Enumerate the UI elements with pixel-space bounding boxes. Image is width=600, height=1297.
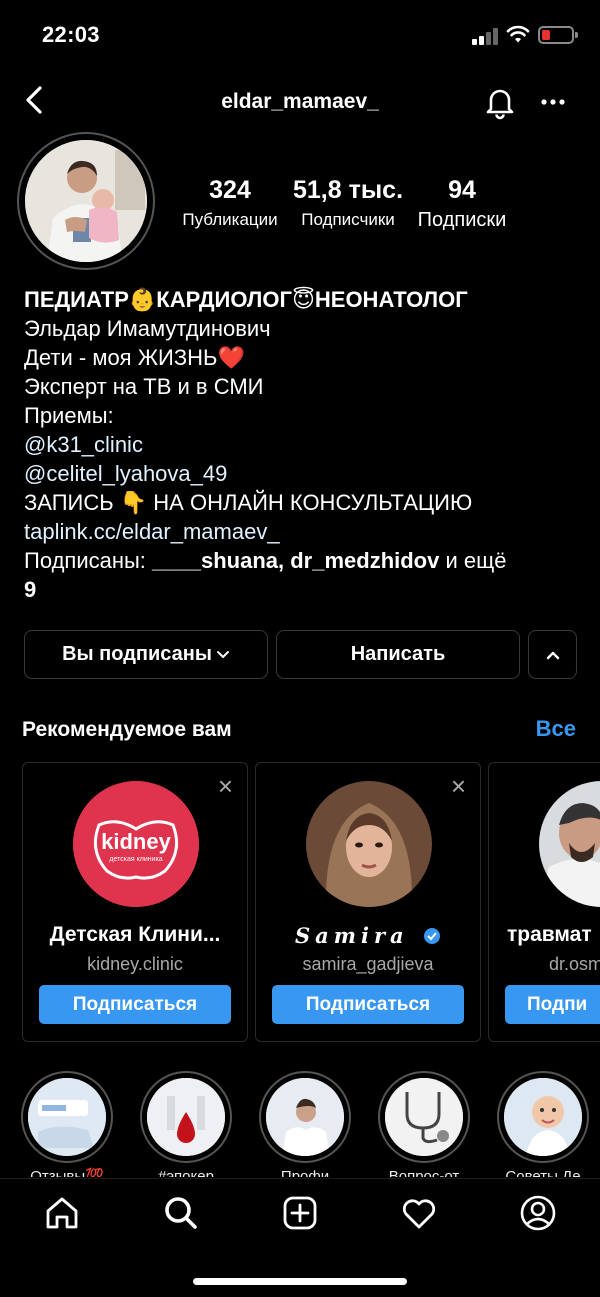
cellular-signal-icon: [472, 27, 500, 45]
see-all-link[interactable]: Все: [536, 716, 576, 742]
highlight-label: Отзывы💯: [30, 1168, 104, 1177]
story-highlight-reviews[interactable]: [21, 1071, 113, 1163]
profile-avatar-ring[interactable]: [17, 132, 155, 270]
suggested-name[interactable]: Samira: [256, 923, 480, 948]
profile-icon[interactable]: [518, 1193, 558, 1233]
bio-line: Эксперт на ТВ и в СМИ: [24, 374, 264, 399]
status-time: 22:03: [42, 22, 100, 47]
follow-button[interactable]: Подписаться: [39, 985, 231, 1024]
followed-by-prefix: Подписаны:: [24, 548, 153, 573]
bio-full-name: Эльдар Имамутдинович: [24, 316, 271, 341]
follow-button[interactable]: Подпи: [505, 985, 600, 1024]
bio-title: ПЕДИАТР👶КАРДИОЛОГ😇НЕОНАТОЛОГ: [24, 287, 468, 312]
highlight-label: #эпокер: [158, 1168, 214, 1177]
followed-by-users[interactable]: ____shuana, dr_medzhidov: [152, 548, 439, 573]
following-button[interactable]: Вы подписаны: [24, 630, 268, 679]
story-highlight-donor[interactable]: [140, 1071, 232, 1163]
bio-line: Приемы:: [24, 403, 114, 428]
avatar: [25, 140, 147, 262]
stat-posts-label: Публикации: [182, 210, 278, 229]
home-icon[interactable]: [42, 1193, 82, 1233]
bio-line: Дети - моя ЖИЗНЬ❤️: [24, 345, 245, 370]
bio-mention-celitel[interactable]: @celitel_lyahova_49: [24, 459, 584, 488]
dismiss-icon[interactable]: ×: [451, 773, 466, 799]
status-bar: 22:03: [0, 0, 600, 72]
suggested-toggle-button[interactable]: [528, 630, 577, 679]
notification-bell-icon[interactable]: [482, 84, 518, 120]
message-button-label: Написать: [350, 643, 446, 665]
suggested-name[interactable]: Детская Клини...: [23, 923, 247, 947]
followed-by-suffix: и ещё: [439, 548, 507, 573]
suggested-handle: samira_gadjieva: [302, 954, 434, 974]
highlight-label: Вопрос-от: [388, 1168, 460, 1177]
followed-by-count[interactable]: 9: [24, 577, 36, 602]
suggested-card: × Samira samira_gadjieva Подписаться: [255, 762, 481, 1042]
highlight-cover: [504, 1078, 582, 1156]
stat-posts[interactable]: 324 Публикации: [172, 172, 288, 232]
profile-bio: ПЕДИАТР👶КАРДИОЛОГ😇НЕОНАТОЛОГ Эльдар Имам…: [24, 285, 584, 604]
suggested-name-text: Samira: [295, 923, 409, 948]
chevron-up-icon: [546, 651, 559, 659]
stat-followers-label: Подписчики: [301, 210, 395, 229]
story-highlight-profi[interactable]: [259, 1071, 351, 1163]
verified-badge-icon: [423, 928, 440, 944]
kidney-logo-subtitle: детская клиника: [109, 856, 162, 863]
highlight-label: Советы Де: [505, 1168, 581, 1177]
suggested-title: Рекомендуемое вам: [22, 718, 232, 741]
stat-following-label: Подписки: [417, 209, 507, 231]
following-button-label: Вы подписаны: [62, 643, 212, 665]
suggested-avatar-samira[interactable]: [306, 781, 432, 907]
dismiss-icon[interactable]: ×: [218, 773, 233, 799]
bio-line: ЗАПИСЬ 👇 НА ОНЛАЙН КОНСУЛЬТАЦИЮ: [24, 490, 473, 515]
highlight-label: Профи: [280, 1168, 330, 1177]
wifi-icon: [506, 25, 530, 43]
more-options-icon[interactable]: [538, 84, 568, 120]
suggested-handle: dr.osm: [549, 954, 600, 974]
story-highlight-questions[interactable]: [378, 1071, 470, 1163]
stat-following[interactable]: 94 Подписки: [408, 172, 516, 232]
search-icon[interactable]: [161, 1193, 201, 1233]
highlight-cover: [266, 1078, 344, 1156]
followed-by-line[interactable]: Подписаны: ____shuana, dr_medzhidov и ещ…: [24, 546, 584, 575]
activity-heart-icon[interactable]: [399, 1193, 439, 1233]
stat-posts-value: 324: [209, 176, 251, 204]
stat-followers-value: 51,8 тыс.: [292, 176, 404, 204]
suggested-name[interactable]: травмат: [489, 923, 600, 947]
highlight-cover: [28, 1078, 106, 1156]
suggested-avatar-kidney[interactable]: kidney детская клиника: [73, 781, 199, 907]
follow-button[interactable]: Подписаться: [272, 985, 464, 1024]
bio-website-link[interactable]: taplink.cc/eldar_mamaev_: [24, 517, 584, 546]
highlight-cover: [385, 1078, 463, 1156]
new-post-icon[interactable]: [280, 1193, 320, 1233]
profile-header: eldar_mamaev_: [0, 72, 600, 128]
stat-following-value: 94: [448, 176, 476, 204]
highlight-cover: [147, 1078, 225, 1156]
suggested-card: × kidney детская клиника Детская Клини..…: [22, 762, 248, 1042]
suggested-avatar-doctor[interactable]: [539, 781, 600, 907]
bio-mention-k31-clinic[interactable]: @k31_clinic: [24, 430, 584, 459]
chevron-down-icon: [216, 650, 229, 658]
kidney-logo-text: kidney: [101, 829, 171, 854]
story-highlight-tips[interactable]: [497, 1071, 589, 1163]
message-button[interactable]: Написать: [276, 630, 520, 679]
stat-followers[interactable]: 51,8 тыс. Подписчики: [292, 172, 404, 232]
home-indicator[interactable]: [193, 1278, 407, 1285]
suggested-card: травмат dr.osm Подпи: [488, 762, 600, 1042]
suggested-handle: kidney.clinic: [87, 954, 183, 974]
battery-icon: [538, 26, 578, 44]
